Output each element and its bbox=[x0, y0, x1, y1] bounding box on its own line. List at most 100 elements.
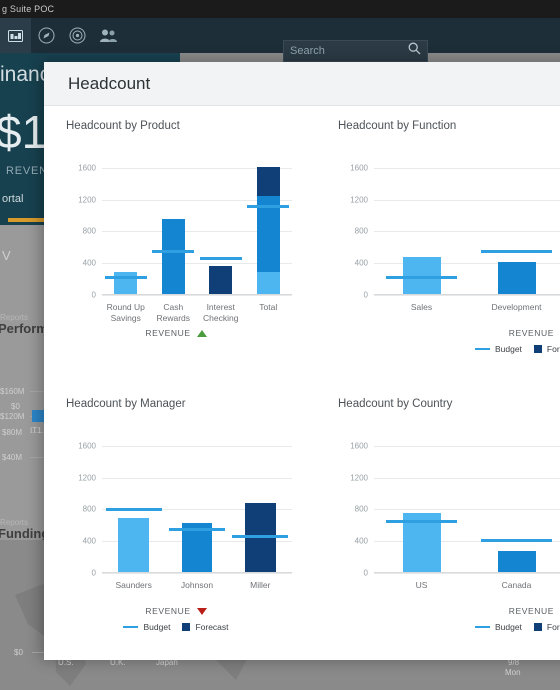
bar-segment bbox=[256, 272, 280, 295]
y-axis-tick: 1200 bbox=[350, 195, 368, 205]
x-axis-line bbox=[102, 294, 292, 295]
budget-line-icon bbox=[123, 625, 139, 629]
chart-panel-manager[interactable]: Headcount by Manager 0 400 800 1200 1600 Saun… bbox=[44, 384, 308, 656]
x-axis-label: Round Up Savings bbox=[106, 302, 145, 323]
x-axis-label: Interest Checking bbox=[203, 302, 239, 323]
chart-title-manager: Headcount by Manager bbox=[66, 398, 186, 410]
people-icon[interactable] bbox=[93, 18, 124, 53]
y-axis-tick: 1600 bbox=[78, 163, 96, 173]
y-axis-tick: 0 bbox=[363, 568, 368, 578]
trend-up-icon bbox=[196, 329, 207, 337]
bar[interactable] bbox=[497, 550, 536, 573]
legend-metric-manager: REVENUE bbox=[44, 606, 308, 616]
dashboard-icon[interactable] bbox=[0, 18, 31, 53]
legend-series-function: Budget Forecast bbox=[316, 344, 560, 354]
x-axis-line bbox=[102, 572, 292, 573]
legend-metric-product: REVENUE bbox=[44, 328, 308, 338]
plot-area-country: 0 400 800 1200 1600 US Canada bbox=[350, 430, 560, 590]
y-axis-tick: 0 bbox=[363, 290, 368, 300]
window-title-text: g Suite POC bbox=[2, 4, 55, 14]
background-card1-ytick-3: $40M bbox=[2, 453, 23, 462]
gridline-1200 bbox=[374, 477, 560, 479]
budget-reference-line bbox=[168, 527, 226, 531]
x-axis-label: Total bbox=[259, 302, 278, 312]
legend-item-forecast[interactable]: Forecast bbox=[182, 622, 229, 632]
bar[interactable] bbox=[209, 266, 233, 295]
legend-forecast-label: Forecast bbox=[546, 622, 560, 632]
background-card1-ytick-4: $0 bbox=[11, 402, 20, 411]
y-axis-tick: 1200 bbox=[78, 195, 96, 205]
legend-metric-label: REVENUE bbox=[508, 328, 554, 338]
chart-panel-function[interactable]: Headcount by Function 0 400 800 1200 1600 Sal… bbox=[316, 106, 560, 378]
forecast-square-icon bbox=[182, 623, 191, 631]
background-card1-ytick-0: $160M bbox=[0, 387, 25, 396]
x-axis-label: Johnson bbox=[180, 580, 214, 590]
y-axis-tick: 400 bbox=[354, 258, 368, 268]
plot-area-product: 0 400 800 1200 1600 Round Up Savings Cash Reward… bbox=[78, 152, 292, 323]
window-titlebar: g Suite POC bbox=[0, 0, 560, 18]
legend-item-budget[interactable]: Budget bbox=[123, 622, 170, 632]
budget-reference-line bbox=[105, 507, 162, 511]
toolbar-icon-group bbox=[0, 18, 124, 53]
plot-area-function: 0 400 800 1200 1600 Sales Development bbox=[350, 152, 560, 312]
forecast-square-icon bbox=[533, 345, 542, 353]
background-card1-ytick-1: $120M bbox=[0, 412, 25, 421]
background-tab-0[interactable]: ortal bbox=[2, 193, 23, 205]
legend-metric-function: REVENUE bbox=[316, 328, 560, 338]
gridline-0 bbox=[102, 295, 292, 296]
forecast-square-icon bbox=[533, 623, 542, 631]
budget-reference-line bbox=[481, 538, 552, 542]
trend-down-icon bbox=[196, 607, 207, 615]
legend-budget-label: Budget bbox=[494, 622, 522, 632]
y-axis-tick: 400 bbox=[354, 536, 368, 546]
search-icon[interactable] bbox=[408, 42, 421, 60]
legend-item-forecast[interactable]: Forecast bbox=[533, 344, 560, 354]
x-axis-label: Sales bbox=[410, 302, 433, 312]
background-card1-heading: V bbox=[2, 248, 11, 263]
chart-panel-country[interactable]: Headcount by Country 0 400 800 1200 1600 US Ca… bbox=[316, 384, 560, 656]
legend-forecast-label: Forecast bbox=[546, 344, 560, 354]
background-bottom-date-1: Mon bbox=[505, 668, 521, 677]
app-toolbar: Search bbox=[0, 18, 560, 62]
bar[interactable] bbox=[118, 518, 149, 573]
gridline-1200 bbox=[374, 199, 560, 201]
bar[interactable] bbox=[497, 262, 536, 295]
app-root: g Suite POC Search inancia $12 REVENUE o… bbox=[0, 0, 560, 690]
background-card1-ytick-2: $80M bbox=[2, 428, 23, 437]
compass-icon[interactable] bbox=[31, 18, 62, 53]
y-axis-tick: 400 bbox=[82, 258, 96, 268]
bar[interactable] bbox=[161, 218, 185, 295]
budget-reference-line bbox=[104, 276, 147, 280]
bar[interactable] bbox=[256, 166, 280, 295]
page-title: Headcount bbox=[68, 73, 151, 93]
legend-series-manager: Budget Forecast bbox=[44, 622, 308, 632]
gridline-1600 bbox=[374, 167, 560, 169]
legend-budget-label: Budget bbox=[494, 344, 522, 354]
gridline-800 bbox=[374, 509, 560, 511]
background-card1-xlabel: IT1 bbox=[30, 426, 42, 435]
x-axis-line bbox=[374, 572, 560, 573]
legend-metric-label: REVENUE bbox=[145, 606, 191, 616]
gridline-1600 bbox=[102, 445, 292, 447]
legend-metric-country: REVENUE bbox=[316, 606, 560, 616]
chart-panel-product[interactable]: Headcount by Product 0 400 800 1200 1600 Roun… bbox=[44, 106, 308, 378]
modal-body: Headcount by Product 0 400 800 1200 1600 Roun… bbox=[44, 106, 560, 660]
gridline-1600 bbox=[374, 445, 560, 447]
target-icon[interactable] bbox=[62, 18, 93, 53]
budget-reference-line bbox=[152, 249, 195, 253]
chart-legend-country: REVENUE Budget Forecast bbox=[316, 606, 560, 632]
headcount-modal: Headcount Headcount by Product 0 400 800 12… bbox=[44, 62, 560, 660]
x-axis-label: Saunders bbox=[115, 580, 152, 590]
chart-legend-manager: REVENUE Budget Forecast bbox=[44, 606, 308, 632]
gridline-1200 bbox=[102, 477, 292, 479]
gridline-0 bbox=[102, 573, 292, 574]
legend-metric-label: REVENUE bbox=[145, 328, 191, 338]
budget-line-icon bbox=[474, 625, 490, 629]
legend-item-budget[interactable]: Budget bbox=[474, 622, 522, 632]
search-input[interactable]: Search bbox=[283, 40, 428, 62]
legend-forecast-label: Forecast bbox=[195, 622, 229, 632]
legend-item-forecast[interactable]: Forecast bbox=[533, 622, 560, 632]
legend-metric-label: REVENUE bbox=[508, 606, 554, 616]
legend-item-budget[interactable]: Budget bbox=[474, 344, 522, 354]
modal-header: Headcount bbox=[44, 62, 560, 106]
